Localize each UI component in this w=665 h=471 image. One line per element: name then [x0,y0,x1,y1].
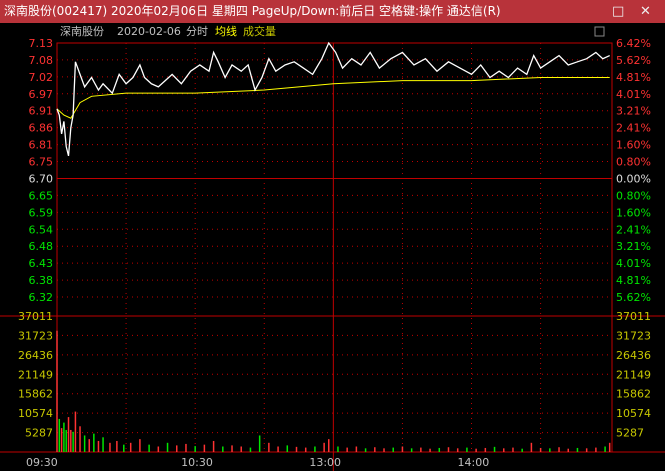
chart-date: 2020-02-06 [117,25,181,38]
window-title: 深南股份(002417) 2020年02月06日 星期四 PageUp/Down… [4,4,501,18]
pct-tick: 0.00% [616,172,651,185]
stock-name: 深南股份 [60,25,104,38]
price-tick: 6.65 [29,189,54,202]
close-button[interactable]: ✕ [640,0,651,23]
mode-label: 分时 [186,25,208,38]
pct-tick: 4.81% [616,71,651,84]
pct-tick: 4.01% [616,88,651,101]
panel-toggle-icon[interactable] [594,26,605,37]
volume-tick-right: 15862 [616,388,651,401]
price-tick: 6.43 [29,257,54,270]
pct-tick: 3.21% [616,240,651,253]
pct-tick: 0.80% [616,156,651,169]
pct-tick: 5.62% [616,291,651,304]
pct-tick: 1.60% [616,139,651,152]
price-tick: 7.02 [29,71,54,84]
pct-tick: 4.81% [616,274,651,287]
time-tick: 09:30 [26,456,58,469]
pct-tick: 3.21% [616,105,651,118]
vol-legend[interactable]: 成交量 [243,24,276,38]
price-tick: 6.81 [29,139,54,152]
price-tick: 7.13 [29,37,54,50]
pct-tick: 2.41% [616,223,651,236]
restore-button[interactable]: □ [612,0,624,23]
pct-tick: 6.42% [616,37,651,50]
price-tick: 6.48 [29,240,54,253]
volume-tick: 10574 [18,407,53,420]
price-tick: 6.86 [29,122,54,135]
volume-tick-right: 10574 [616,407,651,420]
volume-tick-right: 5287 [616,427,644,440]
price-tick: 6.75 [29,156,54,169]
pct-tick: 1.60% [616,206,651,219]
price-tick: 6.97 [29,88,54,101]
volume-tick: 31723 [18,329,53,342]
volume-tick-right: 26436 [616,349,651,362]
time-tick: 10:30 [181,456,213,469]
volume-tick: 37011 [18,310,53,323]
time-tick: 14:00 [458,456,490,469]
volume-tick: 21149 [18,368,53,381]
pct-tick: 2.41% [616,122,651,135]
pct-tick: 4.01% [616,257,651,270]
chart-frame [56,42,613,453]
title-bar: 深南股份(002417) 2020年02月06日 星期四 PageUp/Down… [0,0,665,23]
price-tick: 6.54 [29,223,54,236]
volume-tick: 15862 [18,388,53,401]
time-tick: 13:00 [309,456,341,469]
avg-legend[interactable]: 均线 [215,24,237,38]
price-tick: 6.91 [29,105,54,118]
pct-tick: 5.62% [616,54,651,67]
volume-tick-right: 37011 [616,310,651,323]
price-tick: 6.32 [29,291,54,304]
price-tick: 6.70 [29,172,54,185]
volume-tick-right: 31723 [616,329,651,342]
intraday-chart[interactable]: 深南股份 2020-02-06 分时 均线 成交量 7.13 6.42% 7.08 5… [0,23,665,471]
volume-tick-right: 21149 [616,368,651,381]
volume-tick: 26436 [18,349,53,362]
price-tick: 7.08 [29,54,54,67]
pct-tick: 0.80% [616,189,651,202]
price-tick: 6.59 [29,206,54,219]
volume-tick: 5287 [25,427,53,440]
price-tick: 6.38 [29,274,54,287]
